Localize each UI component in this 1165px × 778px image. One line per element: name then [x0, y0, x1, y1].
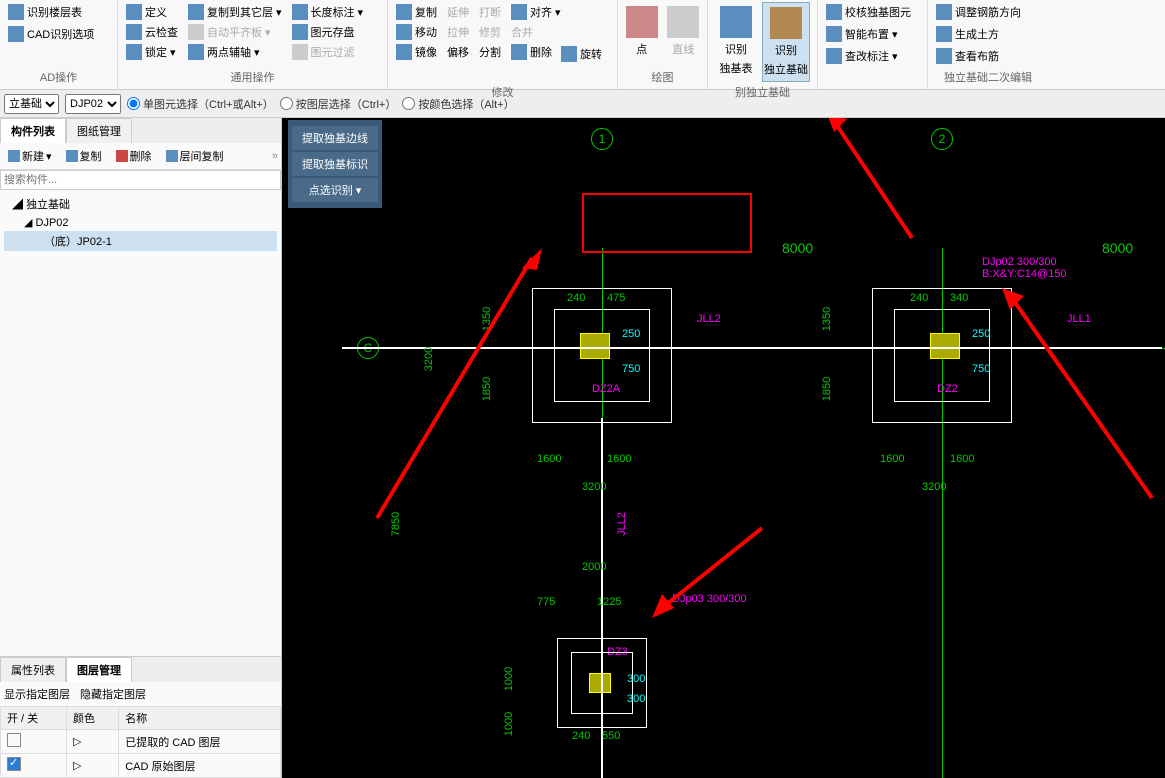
btn-save-elem[interactable]: 图元存盘: [288, 22, 368, 42]
tab-props[interactable]: 属性列表: [0, 657, 66, 682]
btn-check-dim[interactable]: 查改标注 ▾: [822, 46, 923, 66]
btn-copy[interactable]: 复制: [392, 2, 441, 22]
btn-two-point-axis[interactable]: 两点辅轴 ▾: [184, 42, 286, 62]
btn-mirror[interactable]: 镜像: [392, 42, 441, 62]
btn-rotate[interactable]: 旋转: [557, 44, 615, 64]
expand-icon[interactable]: ▷: [73, 760, 81, 772]
btn-hide-layer[interactable]: 隐藏指定图层: [80, 686, 146, 702]
btn-lock[interactable]: 锁定 ▾: [122, 42, 182, 62]
tree-djp02[interactable]: ◢ DJP02: [4, 214, 277, 231]
btn-smart-layout[interactable]: 智能布置 ▾: [822, 24, 923, 44]
btn-adjust-rebar[interactable]: 调整钢筋方向: [932, 2, 1044, 22]
btn-point[interactable]: 点: [622, 2, 662, 67]
btn-length-dim[interactable]: 长度标注 ▾: [288, 2, 368, 22]
btn-split[interactable]: 分割: [475, 42, 505, 62]
group-label-cad: AD操作: [4, 67, 113, 87]
btn-merge[interactable]: 合并: [507, 22, 565, 42]
group-label-rec: 别独立基础: [712, 82, 813, 102]
arrow-2: [822, 118, 922, 248]
btn-new[interactable]: 新建 ▾: [3, 146, 57, 166]
grid-bubble-1: 1: [591, 128, 613, 150]
grid-bubble-2: 2: [931, 128, 953, 150]
btn-rec-footing[interactable]: 识别独立基础: [762, 2, 810, 82]
tab-layers[interactable]: 图层管理: [66, 657, 132, 682]
radio-layer[interactable]: 按图层选择（Ctrl+）: [280, 96, 397, 112]
dim-8000a: 8000: [782, 240, 813, 256]
expand-icon[interactable]: ▷: [73, 736, 81, 748]
btn-del2[interactable]: 删除: [111, 146, 157, 166]
btn-extract-edge[interactable]: 提取独基边线: [292, 126, 378, 150]
member-select[interactable]: DJP02: [65, 94, 121, 114]
dim-8000b: 8000: [1102, 240, 1133, 256]
more-icon[interactable]: »: [272, 150, 278, 162]
group-label-general: 通用操作: [122, 67, 383, 87]
btn-filter-elem[interactable]: 图元过滤: [288, 42, 368, 62]
btn-rec-table[interactable]: 识别独基表: [712, 2, 760, 82]
btn-layer-copy[interactable]: 层间复制: [161, 146, 229, 166]
left-pane: 构件列表 图纸管理 新建 ▾ 复制 删除 层间复制 » ◢ 独立基础 ◢ DJP…: [0, 118, 282, 778]
btn-cloud-check[interactable]: 云检查: [122, 22, 182, 42]
checkbox-icon[interactable]: [7, 733, 21, 747]
tree-root[interactable]: ◢ 独立基础: [4, 194, 277, 214]
btn-check-footing[interactable]: 校核独基图元: [822, 2, 923, 22]
column-2: [930, 333, 960, 359]
label-jll2: JLL2: [697, 313, 721, 325]
btn-show-layer[interactable]: 显示指定图层: [4, 686, 70, 702]
radio-single[interactable]: 单图元选择（Ctrl+或Alt+）: [127, 96, 274, 112]
btn-view-rebar[interactable]: 查看布筋: [932, 46, 1044, 66]
btn-delete[interactable]: 删除: [507, 42, 565, 62]
arrow-1: [362, 248, 542, 528]
btn-offset[interactable]: 偏移: [443, 42, 473, 62]
btn-gen-earth[interactable]: 生成土方: [932, 24, 1044, 44]
search-input[interactable]: [0, 170, 281, 190]
label-djp02b: B:X&Y:C14@150: [982, 268, 1067, 280]
btn-auto-level[interactable]: 自动平齐板 ▾: [184, 22, 286, 42]
btn-extend[interactable]: 延伸: [443, 2, 473, 22]
btn-cad-options[interactable]: CAD识别选项: [4, 24, 113, 44]
recognize-panel: 提取独基边线 提取独基标识 点选识别: [288, 120, 382, 208]
label-jll1: JLL1: [1067, 313, 1091, 325]
btn-floor-table[interactable]: 识别楼层表: [4, 2, 113, 22]
btn-break[interactable]: 打断: [475, 2, 505, 22]
annotation-box: [582, 193, 752, 253]
btn-extract-mark[interactable]: 提取独基标识: [292, 152, 378, 176]
btn-copy2[interactable]: 复制: [61, 146, 107, 166]
btn-copy-to-layer[interactable]: 复制到其它层 ▾: [184, 2, 286, 22]
tab-drawings[interactable]: 图纸管理: [66, 118, 132, 143]
btn-align[interactable]: 对齐 ▾: [507, 2, 565, 22]
btn-define[interactable]: 定义: [122, 2, 182, 22]
cad-canvas[interactable]: 1 2 C 8000 8000 DJp02 300/300 B:X&Y:C14@…: [282, 118, 1165, 778]
btn-move[interactable]: 移动: [392, 22, 441, 42]
btn-stretch[interactable]: 拉伸: [443, 22, 473, 42]
layer-table: 开 / 关颜色名称 ▷已提取的 CAD 图层 ▷CAD 原始图层: [0, 706, 281, 778]
layer-row[interactable]: ▷CAD 原始图层: [1, 754, 281, 778]
column-1: [580, 333, 610, 359]
checkbox-icon[interactable]: [7, 757, 21, 771]
type-select[interactable]: 立基础: [4, 94, 59, 114]
btn-trim[interactable]: 修剪: [475, 22, 505, 42]
btn-line[interactable]: 直线: [664, 2, 704, 67]
group-label-edit2: 独立基础二次编辑: [932, 67, 1044, 87]
ribbon: 识别楼层表 CAD识别选项 AD操作 定义 云检查 锁定 ▾ 复制到其它层 ▾ …: [0, 0, 1165, 90]
tab-components[interactable]: 构件列表: [0, 118, 66, 143]
tree-djp02-1[interactable]: （底）JP02-1: [4, 231, 277, 251]
radio-color[interactable]: 按颜色选择（Alt+）: [402, 96, 514, 112]
label-djp03: DJp03 300/300: [672, 593, 747, 605]
label-djp02: DJp02 300/300: [982, 256, 1057, 268]
component-tree: ◢ 独立基础 ◢ DJP02 （底）JP02-1: [0, 190, 281, 656]
group-label-draw: 绘图: [622, 67, 703, 87]
layer-row[interactable]: ▷已提取的 CAD 图层: [1, 730, 281, 754]
column-3: [589, 673, 611, 693]
btn-point-recognize[interactable]: 点选识别: [292, 178, 378, 202]
